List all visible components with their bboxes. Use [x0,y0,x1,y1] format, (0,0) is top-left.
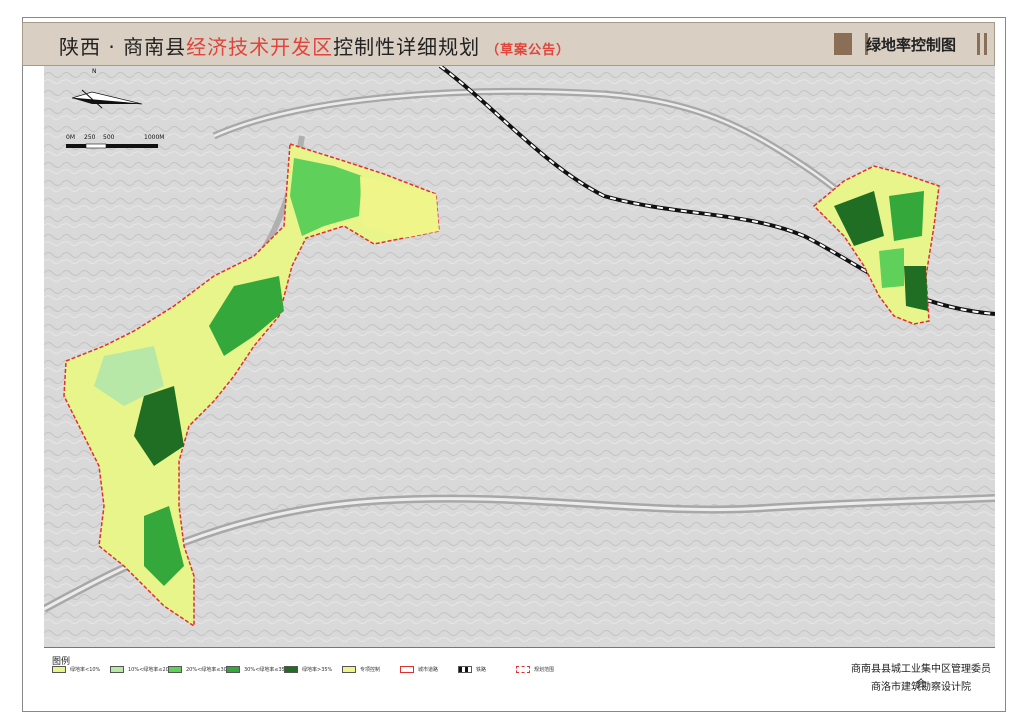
legend-swatch [516,666,530,673]
legend-swatch [168,666,182,673]
title-decoration-bar-right-1 [977,33,980,55]
legend-item: 绿地率<10% [52,666,100,673]
legend-label: 铁路 [476,667,487,673]
scale-label-0: 0M [66,134,75,141]
organization-block: 商南县县城工业集中区管理委员会 商洛市建筑勘察设计院 [847,647,995,703]
legend-label: 绿地率<10% [70,667,101,673]
zone-east-green-c [904,266,928,311]
scale-label-500: 500 [103,134,115,141]
legend-label: 城市道路 [418,667,439,673]
north-label: N [92,68,97,75]
title-suffix: 控制性详细规划 [333,35,481,59]
legend-item: 30%<绿地率≤35% [226,666,290,673]
north-arrow-icon [72,89,142,109]
legend-label: 30%<绿地率≤35% [244,667,290,673]
legend-label: 规划范围 [534,667,555,673]
map-canvas[interactable]: N 0M 250 500 1000M [44,66,995,647]
legend-swatch [342,666,356,673]
legend-swatch [400,666,414,673]
legend-swatch [110,666,124,673]
legend-item: 10%<绿地率≤20% [110,666,174,673]
legend-label: 绿地率>35% [302,667,333,673]
scale-label-1000: 1000M [144,134,165,141]
title-decoration-bar-right-2 [984,33,987,55]
legend-swatch [458,666,472,673]
title-highlight: 经济技术开发区 [186,35,334,59]
legend-item: 20%<绿地率≤30% [168,666,232,673]
legend-label: 10%<绿地率≤20% [128,667,174,673]
legend-item: 铁路 [458,666,486,673]
legend-item: 规划范围 [516,666,554,673]
map-drawing [44,66,995,647]
legend-item: 专项控制 [342,666,380,673]
legend-swatch [284,666,298,673]
legend-swatch [52,666,66,673]
legend-swatch [226,666,240,673]
legend-item: 城市道路 [400,666,438,673]
zone-east-green-b [889,191,924,241]
sheet-name: 绿地率控制图 [865,36,956,54]
title-prefix: 陕西 · 商南县 [59,35,187,59]
scale-bar-graphic [66,143,158,149]
legend-label: 20%<绿地率≤30% [186,667,232,673]
legend-label: 专项控制 [360,667,381,673]
title-bar: 陕西 · 商南县经济技术开发区控制性详细规划 （草案公告） 绿地率控制图 [22,22,995,66]
title-subtitle: （草案公告） [486,43,571,58]
scale-label-250: 250 [84,134,96,141]
zone-east-light [879,248,904,288]
page-title: 陕西 · 商南县经济技术开发区控制性详细规划 （草案公告） [59,31,570,60]
title-decoration-block [834,33,852,55]
legend-panel: 图例 绿地率<10% 10%<绿地率≤20% 20%<绿地率≤30% 30%<绿… [44,647,848,703]
legend-item: 绿地率>35% [284,666,332,673]
org-line-2: 商洛市建筑勘察设计院 [871,682,971,693]
